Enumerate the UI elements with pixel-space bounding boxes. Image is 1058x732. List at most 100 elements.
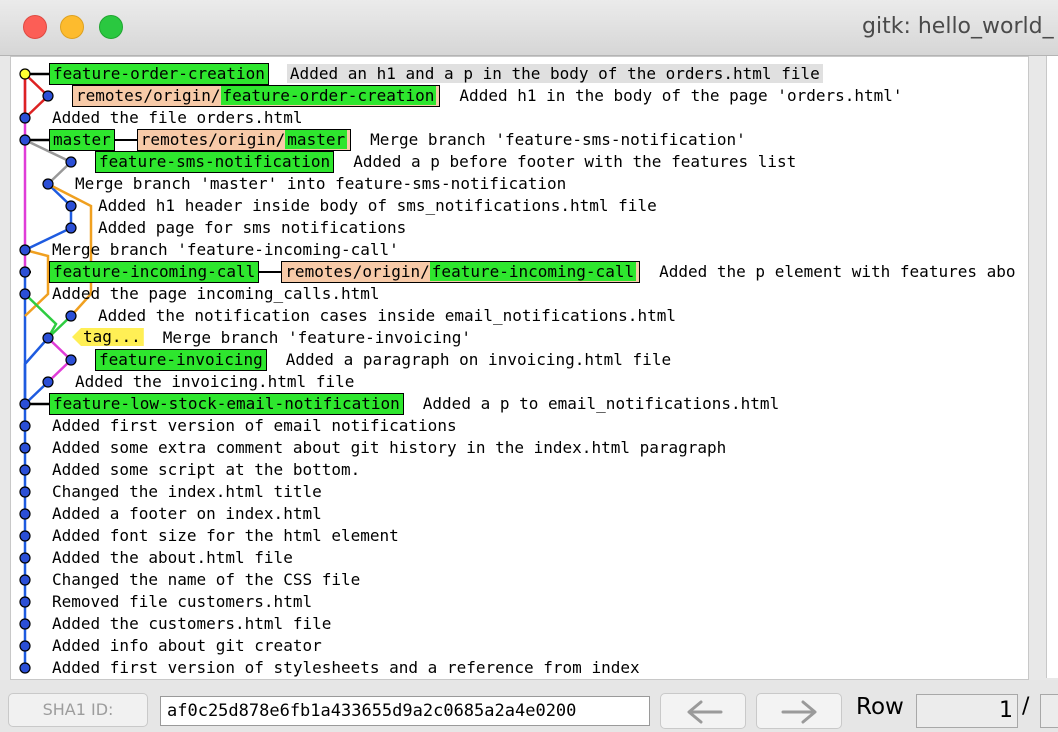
commit-row-content: Added info about git creator (49, 635, 325, 657)
remote-branch-label[interactable]: remotes/origin/feature-incoming-call (281, 261, 641, 283)
commit-row[interactable]: master remotes/origin/master Merge branch … (11, 129, 1028, 151)
commit-row-content: Added first version of email notificatio… (49, 415, 460, 437)
back-button[interactable] (660, 693, 746, 729)
zoom-window-button[interactable] (99, 15, 123, 39)
commit-row-content: Added the file orders.html (49, 107, 305, 129)
commit-subject: Merge branch 'feature-incoming-call' (52, 240, 399, 259)
commit-row-content: Merge branch 'master' into feature-sms-n… (72, 173, 569, 195)
commit-row[interactable]: feature-sms-notification Added a p before… (11, 151, 1028, 173)
commit-subject: Added first version of stylesheets and a… (52, 658, 640, 677)
close-window-button[interactable] (23, 15, 47, 39)
commit-row[interactable]: Added h1 header inside body of sms_notif… (11, 195, 1028, 217)
commit-subject: Added page for sms notifications (98, 218, 407, 237)
commit-row[interactable]: remotes/origin/feature-order-creation Add… (11, 85, 1028, 107)
commit-row[interactable]: Changed the name of the CSS file (11, 569, 1028, 591)
row-total-field (1040, 694, 1058, 728)
author-date-pane (1046, 56, 1058, 678)
commit-subject: Added h1 header inside body of sms_notif… (98, 196, 657, 215)
commit-row-content: Added the page incoming_calls.html (49, 283, 383, 305)
commit-row-content: Added a footer on index.html (49, 503, 325, 525)
commit-row[interactable]: Added first version of stylesheets and a… (11, 657, 1028, 679)
commit-row[interactable]: feature-order-creation Added an h1 and a … (11, 63, 1028, 85)
row-number-field[interactable]: 1 (916, 694, 1018, 728)
right-arrow-icon (781, 700, 817, 724)
sha1-id-field[interactable]: af0c25d878e6fb1a433655d9a2c0685a2a4e0200 (160, 696, 650, 726)
branch-label[interactable]: feature-low-stock-email-notification (49, 393, 404, 415)
commit-subject: Added the about.html file (52, 548, 293, 567)
commit-row[interactable]: Added the customers.html file (11, 613, 1028, 635)
commit-row[interactable]: Added the notification cases inside emai… (11, 305, 1028, 327)
commit-row[interactable]: Added the about.html file (11, 547, 1028, 569)
commit-row-content: Added the customers.html file (49, 613, 334, 635)
ref-connector (259, 271, 282, 273)
commit-row[interactable]: Added the file orders.html (11, 107, 1028, 129)
commit-row-content: Added some extra comment about git histo… (49, 437, 729, 459)
commit-row[interactable]: tag... Merge branch 'feature-invoicing' (11, 327, 1028, 349)
commit-row[interactable]: Added the page incoming_calls.html (11, 283, 1028, 305)
commit-subject: Added the notification cases inside emai… (98, 306, 676, 325)
branch-label[interactable]: feature-invoicing (95, 349, 267, 371)
commit-row-content: feature-sms-notification Added a p before… (95, 151, 799, 173)
remote-branch-label[interactable]: remotes/origin/master (136, 129, 352, 151)
commit-graph-pane[interactable]: feature-order-creation Added an h1 and a … (10, 56, 1029, 680)
commit-row[interactable]: Added first version of email notificatio… (11, 415, 1028, 437)
remote-branch-label[interactable]: remotes/origin/feature-order-creation (72, 85, 441, 107)
commit-row[interactable]: Added a footer on index.html (11, 503, 1028, 525)
commit-subject: Added first version of email notificatio… (52, 416, 457, 435)
branch-label[interactable]: feature-order-creation (49, 63, 269, 85)
commit-row-content: Added the notification cases inside emai… (95, 305, 679, 327)
commit-subject: Added the file orders.html (52, 108, 303, 127)
commit-subject: Added font size for the html element (52, 526, 399, 545)
commit-row[interactable]: Removed file customers.html (11, 591, 1028, 613)
commit-subject: Added a p before footer with the feature… (353, 152, 797, 171)
commit-subject: Added some script at the bottom. (52, 460, 361, 479)
commit-row[interactable]: Merge branch 'feature-incoming-call' (11, 239, 1028, 261)
commit-row-content: remotes/origin/feature-order-creation Add… (72, 85, 906, 107)
forward-button[interactable] (756, 693, 842, 729)
commit-row[interactable]: feature-incoming-call remotes/origin/feat… (11, 261, 1028, 283)
ref-connector (114, 139, 137, 141)
commit-row-content: Added first version of stylesheets and a… (49, 657, 643, 679)
commit-row-content: feature-order-creation Added an h1 and a … (49, 63, 823, 85)
remote-branch-name: feature-order-creation (220, 86, 437, 105)
commit-subject: Removed file customers.html (52, 592, 313, 611)
commit-row[interactable]: feature-low-stock-email-notification Adde… (11, 393, 1028, 415)
commit-row[interactable]: Added some script at the bottom. (11, 459, 1028, 481)
row-label: Row (856, 694, 904, 720)
commit-row-content: master remotes/origin/master Merge branch … (49, 129, 749, 151)
commit-row-content: Changed the name of the CSS file (49, 569, 363, 591)
commit-row[interactable]: Added info about git creator (11, 635, 1028, 657)
commit-row[interactable]: Added some extra comment about git histo… (11, 437, 1028, 459)
commit-subject: Added a footer on index.html (52, 504, 322, 523)
commit-row-content: Added the invoicing.html file (72, 371, 357, 393)
commit-subject: Merge branch 'feature-sms-notification' (370, 130, 746, 149)
commit-row-content: Changed the index.html title (49, 481, 325, 503)
commit-row[interactable]: Changed the index.html title (11, 481, 1028, 503)
commit-row-content: Added page for sms notifications (95, 217, 409, 239)
commit-row-content: tag... Merge branch 'feature-invoicing' (72, 327, 474, 349)
commit-row[interactable]: Added font size for the html element (11, 525, 1028, 547)
commit-subject: Added info about git creator (52, 636, 322, 655)
commit-subject: Changed the name of the CSS file (52, 570, 361, 589)
minimize-window-button[interactable] (60, 15, 84, 39)
commit-subject: Added some extra comment about git histo… (52, 438, 727, 457)
commit-row[interactable]: feature-invoicing Added a paragraph on in… (11, 349, 1028, 371)
left-arrow-icon (687, 700, 723, 724)
commit-subject: Merge branch 'master' into feature-sms-n… (75, 174, 567, 193)
commit-row[interactable]: Added the invoicing.html file (11, 371, 1028, 393)
commit-subject: Added the page incoming_calls.html (52, 284, 380, 303)
commit-row[interactable]: Merge branch 'master' into feature-sms-n… (11, 173, 1028, 195)
remote-prefix: remotes/origin/ (140, 130, 286, 149)
remote-branch-name: master (285, 130, 348, 149)
remote-prefix: remotes/origin/ (285, 262, 430, 281)
commit-row-content: Added some script at the bottom. (49, 459, 363, 481)
branch-label[interactable]: master (49, 129, 115, 151)
commit-row-content: Added the about.html file (49, 547, 296, 569)
remote-prefix: remotes/origin/ (76, 86, 221, 105)
commit-subject: Merge branch 'feature-invoicing' (162, 328, 472, 347)
commit-row[interactable]: Added page for sms notifications (11, 217, 1028, 239)
row-separator: / (1022, 694, 1030, 719)
branch-label[interactable]: feature-incoming-call (49, 261, 260, 283)
tag-label[interactable]: tag... (72, 328, 144, 346)
branch-label[interactable]: feature-sms-notification (95, 151, 335, 173)
